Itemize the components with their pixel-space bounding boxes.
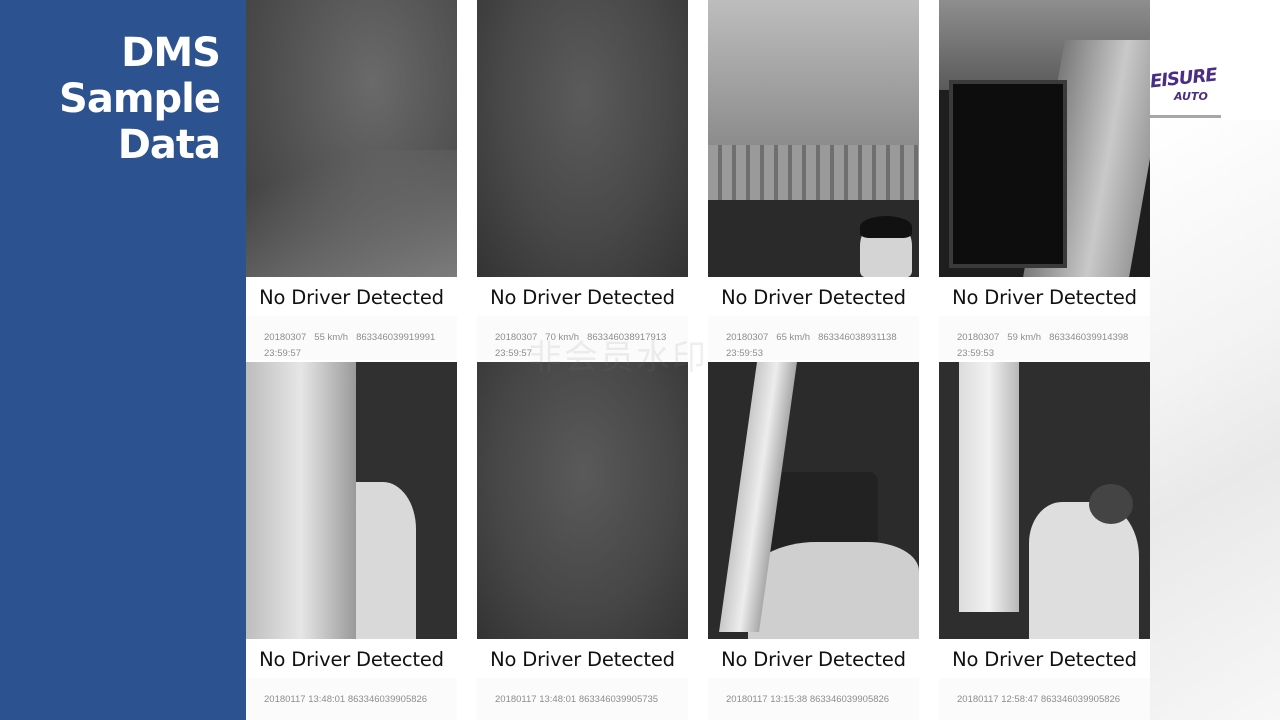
meta-device-id: 863346039905826 xyxy=(347,694,428,705)
sample-tile: No Driver Detected 20180307 65 km/h 863346… xyxy=(708,0,919,360)
meta-time: 23:59:53 xyxy=(957,348,994,359)
frame-metadata: 20180307 55 km/h 863346039919991 23:59:57 xyxy=(246,316,457,360)
detection-caption: No Driver Detected xyxy=(246,280,457,316)
meta-speed: 65 km/h xyxy=(776,332,811,343)
frame-metadata: 20180117 12:58:47 863346039905826 xyxy=(939,678,1150,720)
meta-device-id: 863346039905826 xyxy=(809,694,890,705)
sample-tile: No Driver Detected 20180307 59 km/h 863346… xyxy=(939,0,1150,360)
meta-speed: 70 km/h xyxy=(545,332,580,343)
meta-device-id: 863346039914398 xyxy=(1049,332,1129,343)
meta-date: 20180307 xyxy=(264,332,307,343)
meta-device-id: 863346038917913 xyxy=(587,332,667,343)
title-sidebar: DMS Sample Data xyxy=(0,0,246,720)
frame-metadata: 20180117 13:15:38 863346039905826 xyxy=(708,678,919,720)
sample-tile: No Driver Detected 20180117 12:58:47 863… xyxy=(939,362,1150,720)
camera-frame xyxy=(939,362,1150,639)
camera-frame xyxy=(708,0,919,277)
meta-device-id: 863346039905826 xyxy=(1040,694,1121,705)
sample-tile: No Driver Detected 20180117 13:15:38 863… xyxy=(708,362,919,720)
meta-time: 23:59:57 xyxy=(495,348,532,359)
meta-date: 20180307 xyxy=(726,332,769,343)
sample-tile: No Driver Detected 20180307 70 km/h 863346… xyxy=(477,0,688,360)
camera-frame xyxy=(708,362,919,639)
detection-caption: No Driver Detected xyxy=(939,280,1150,316)
meta-timestamp: 20180117 13:15:38 xyxy=(726,694,808,705)
meta-timestamp: 20180117 13:48:01 xyxy=(495,694,577,705)
detection-caption: No Driver Detected xyxy=(708,280,919,316)
logo-text-bottom: AUTO xyxy=(1174,90,1208,103)
meta-timestamp: 20180117 13:48:01 xyxy=(264,694,346,705)
meta-device-id: 863346038931138 xyxy=(818,332,897,343)
frame-metadata: 20180117 13:48:01 863346039905735 xyxy=(477,678,688,720)
meta-date: 20180307 xyxy=(957,332,1000,343)
meta-device-id: 863346039919991 xyxy=(356,332,436,343)
logo-text-top: EISURE xyxy=(1149,64,1218,93)
frame-metadata: 20180307 70 km/h 863346038917913 23:59:57 xyxy=(477,316,688,360)
detection-caption: No Driver Detected xyxy=(246,642,457,678)
meta-time: 23:59:57 xyxy=(264,348,301,359)
meta-date: 20180307 xyxy=(495,332,538,343)
camera-frame xyxy=(939,0,1150,277)
title-line-3: Data xyxy=(117,122,221,168)
detection-caption: No Driver Detected xyxy=(477,642,688,678)
camera-frame xyxy=(477,0,688,277)
detection-caption: No Driver Detected xyxy=(477,280,688,316)
company-logo: EISURE AUTO xyxy=(1149,62,1222,120)
meta-speed: 59 km/h xyxy=(1007,332,1042,343)
meta-time: 23:59:53 xyxy=(726,348,763,359)
frame-metadata: 20180307 59 km/h 863346039914398 23:59:53 xyxy=(939,316,1150,360)
frame-metadata: 20180307 65 km/h 863346038931138 23:59:53 xyxy=(708,316,919,360)
camera-frame xyxy=(477,362,688,639)
title-line-2: Sample xyxy=(59,76,221,122)
frame-metadata: 20180117 13:48:01 863346039905826 xyxy=(246,678,457,720)
sample-tile: No Driver Detected 20180117 13:48:01 863… xyxy=(477,362,688,720)
slide-title: DMS Sample Data xyxy=(59,30,221,168)
camera-frame xyxy=(246,362,457,639)
camera-frame xyxy=(246,0,457,277)
logo-underline xyxy=(1150,115,1221,118)
sample-tile: No Driver Detected 20180117 13:48:01 863… xyxy=(246,362,457,720)
sample-tile: No Driver Detected 20180307 55 km/h 863346… xyxy=(246,0,457,360)
meta-device-id: 863346039905735 xyxy=(578,694,659,705)
title-line-1: DMS xyxy=(121,30,221,76)
meta-speed: 55 km/h xyxy=(314,332,349,343)
meta-timestamp: 20180117 12:58:47 xyxy=(957,694,1039,705)
detection-caption: No Driver Detected xyxy=(708,642,919,678)
background-decoration xyxy=(1150,120,1280,720)
detection-caption: No Driver Detected xyxy=(939,642,1150,678)
